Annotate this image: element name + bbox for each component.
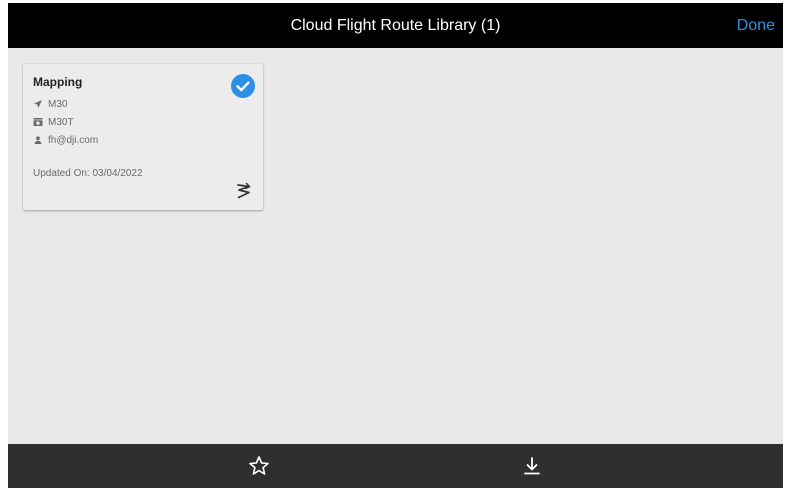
route-card[interactable]: Mapping M30 M30T fh@dji.com Updated On: … xyxy=(23,64,263,210)
page-title: Cloud Flight Route Library (1) xyxy=(290,17,501,34)
top-bar: Cloud Flight Route Library (1) Done xyxy=(8,3,783,48)
done-button[interactable]: Done xyxy=(737,3,775,48)
user-email: fh@dji.com xyxy=(48,134,99,146)
user-icon xyxy=(33,135,43,145)
aircraft-model: M30 xyxy=(48,98,68,110)
updated-date: Updated On: 03/04/2022 xyxy=(33,168,143,179)
route-library-screen: Cloud Flight Route Library (1) Done Mapp… xyxy=(8,3,783,488)
plane-icon xyxy=(33,99,43,109)
camera-model: M30T xyxy=(48,116,74,128)
check-circle-icon[interactable] xyxy=(231,74,255,98)
camera-row: M30T xyxy=(33,115,74,129)
bottom-toolbar xyxy=(8,444,783,488)
route-name: Mapping xyxy=(33,75,83,89)
download-icon[interactable] xyxy=(520,454,544,478)
camera-icon xyxy=(33,117,43,127)
user-row: fh@dji.com xyxy=(33,133,98,147)
star-outline-icon[interactable] xyxy=(247,454,271,478)
aircraft-row: M30 xyxy=(33,97,67,111)
route-icon xyxy=(234,181,254,201)
